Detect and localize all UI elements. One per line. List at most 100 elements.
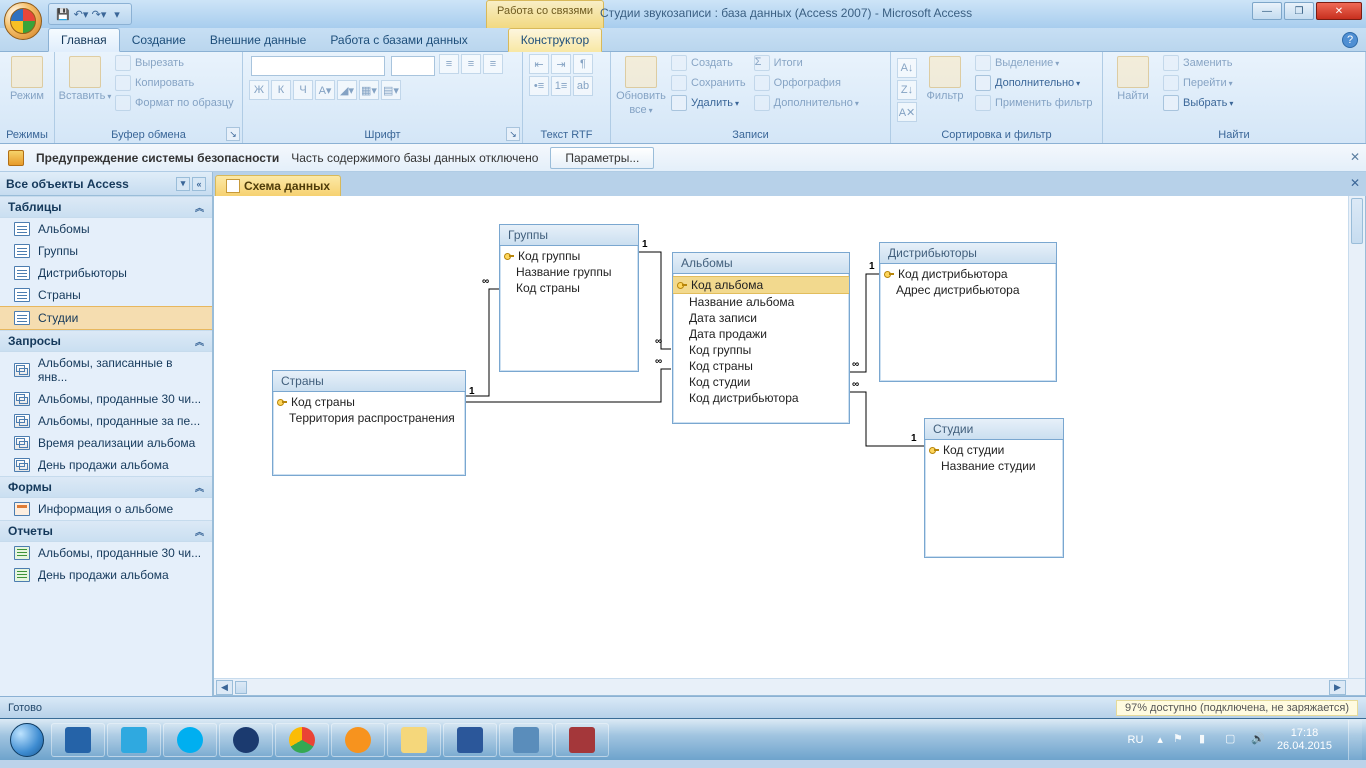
table-field[interactable]: Название студии — [925, 458, 1063, 474]
paste-button[interactable]: Вставить — [61, 54, 109, 104]
start-button[interactable] — [4, 721, 50, 759]
scroll-right-icon[interactable]: ▶ — [1329, 680, 1346, 695]
table-field[interactable]: Дата записи — [673, 310, 849, 326]
filter-button[interactable]: Фильтр — [921, 54, 969, 104]
table-field[interactable]: Адрес дистрибьютора — [880, 282, 1056, 298]
ltr-icon[interactable]: ¶ — [573, 54, 593, 74]
nav-item[interactable]: Альбомы — [0, 218, 212, 240]
bullets-icon[interactable]: •≡ — [529, 76, 549, 96]
nav-item[interactable]: Студии — [0, 306, 212, 330]
security-options-button[interactable]: Параметры... — [550, 147, 654, 169]
table-field[interactable]: Код группы — [673, 342, 849, 358]
view-button[interactable]: Режим — [6, 54, 48, 104]
taskbar-app-access[interactable] — [555, 723, 609, 757]
close-button[interactable]: ✕ — [1316, 2, 1362, 20]
nav-header[interactable]: Все объекты Access ▾« — [0, 172, 212, 196]
tray-clock[interactable]: 17:18 26.04.2015 — [1277, 727, 1338, 753]
nav-dropdown-icon[interactable]: ▾ — [176, 177, 190, 191]
align-right-icon[interactable]: ≡ — [483, 54, 503, 74]
highlight-icon[interactable]: ab — [573, 76, 593, 96]
clear-sort-icon[interactable]: A✕ — [897, 102, 917, 122]
decrease-indent-icon[interactable]: ⇤ — [529, 54, 549, 74]
refresh-all-button[interactable]: Обновитьвсе — [617, 54, 665, 118]
font-launcher[interactable]: ↘ — [506, 127, 520, 141]
tablebox-countries[interactable]: Страны Код страныТерритория распростране… — [272, 370, 466, 476]
nav-item[interactable]: Информация о альбоме — [0, 498, 212, 520]
taskbar-app-magnifier[interactable] — [499, 723, 553, 757]
underline-button[interactable]: Ч — [293, 80, 313, 100]
table-field[interactable]: Код дистрибьютора — [880, 266, 1056, 282]
fill-color-icon[interactable]: ◢▾ — [337, 80, 357, 100]
goto-button[interactable]: Перейти — [1161, 74, 1235, 92]
font-size-combo[interactable] — [391, 56, 435, 76]
tablebox-albums[interactable]: Альбомы Код альбомаНазвание альбомаДата … — [672, 252, 850, 424]
scroll-left-icon[interactable]: ◀ — [216, 680, 233, 695]
tab-dbtools[interactable]: Работа с базами данных — [318, 29, 479, 51]
cut-button[interactable]: Вырезать — [113, 54, 236, 72]
nav-item[interactable]: Время реализации альбома — [0, 432, 212, 454]
table-field[interactable]: Территория распространения — [273, 410, 465, 426]
replace-button[interactable]: Заменить — [1161, 54, 1235, 72]
taskbar-app-skype[interactable] — [163, 723, 217, 757]
nav-queries-header[interactable]: Запросы︽ — [0, 330, 212, 352]
tray-flag-icon[interactable]: ⚑ — [1173, 732, 1189, 748]
nav-item[interactable]: Альбомы, проданные 30 чи... — [0, 542, 212, 564]
nav-reports-header[interactable]: Отчеты︽ — [0, 520, 212, 542]
nav-item[interactable]: Альбомы, проданные за пе... — [0, 410, 212, 432]
select-button[interactable]: Выбрать — [1161, 94, 1235, 112]
copy-button[interactable]: Копировать — [113, 74, 236, 92]
tab-home[interactable]: Главная — [48, 28, 120, 52]
nav-item[interactable]: Группы — [0, 240, 212, 262]
table-field[interactable]: Код студии — [673, 374, 849, 390]
office-button[interactable] — [4, 2, 42, 40]
format-painter-button[interactable]: Формат по образцу — [113, 94, 236, 112]
taskbar-app-chrome[interactable] — [275, 723, 329, 757]
table-field[interactable]: Название группы — [500, 264, 638, 280]
nav-item[interactable]: Альбомы, проданные 30 чи... — [0, 388, 212, 410]
sort-desc-icon[interactable]: Z↓ — [897, 80, 917, 100]
taskbar-app-1[interactable] — [51, 723, 105, 757]
table-field[interactable]: Код страны — [273, 394, 465, 410]
tablebox-groups[interactable]: Группы Код группыНазвание группыКод стра… — [499, 224, 639, 372]
numbering-icon[interactable]: 1≡ — [551, 76, 571, 96]
maximize-button[interactable]: ❐ — [1284, 2, 1314, 20]
tab-create[interactable]: Создание — [120, 29, 198, 51]
table-field[interactable]: Дата продажи — [673, 326, 849, 342]
help-icon[interactable]: ? — [1342, 32, 1358, 48]
doc-close-icon[interactable]: ✕ — [1350, 176, 1360, 190]
doc-tab-schema[interactable]: Схема данных — [215, 175, 341, 196]
advanced-filter-button[interactable]: Дополнительно — [973, 74, 1095, 92]
table-field[interactable]: Название альбома — [673, 294, 849, 310]
italic-button[interactable]: К — [271, 80, 291, 100]
tray-network-icon[interactable]: ▮ — [1199, 732, 1215, 748]
show-desktop-button[interactable] — [1348, 720, 1362, 760]
tab-designer[interactable]: Конструктор — [508, 28, 602, 52]
nav-item[interactable]: Страны — [0, 284, 212, 306]
save-icon[interactable]: 💾 — [55, 6, 71, 22]
tab-external[interactable]: Внешние данные — [198, 29, 319, 51]
nav-item[interactable]: День продажи альбома — [0, 564, 212, 586]
totals-button[interactable]: ΣИтоги — [752, 54, 861, 72]
table-field[interactable]: Код группы — [500, 248, 638, 264]
taskbar-app-word[interactable] — [443, 723, 497, 757]
table-field[interactable]: Код дистрибьютора — [673, 390, 849, 406]
taskbar-app-2[interactable] — [107, 723, 161, 757]
vertical-scrollbar[interactable] — [1348, 196, 1365, 678]
tablebox-distrib[interactable]: Дистрибьюторы Код дистрибьютораАдрес дис… — [879, 242, 1057, 382]
clipboard-launcher[interactable]: ↘ — [226, 127, 240, 141]
horizontal-scrollbar[interactable]: ◀ ▶ — [214, 678, 1365, 695]
font-color-icon[interactable]: A▾ — [315, 80, 335, 100]
nav-tables-header[interactable]: Таблицы︽ — [0, 196, 212, 218]
spelling-button[interactable]: Орфография — [752, 74, 861, 92]
save-record-button[interactable]: Сохранить — [669, 74, 748, 92]
sort-asc-icon[interactable]: A↓ — [897, 58, 917, 78]
table-field[interactable]: Код студии — [925, 442, 1063, 458]
nav-forms-header[interactable]: Формы︽ — [0, 476, 212, 498]
increase-indent-icon[interactable]: ⇥ — [551, 54, 571, 74]
alt-fill-icon[interactable]: ▤▾ — [381, 80, 401, 100]
redo-icon[interactable]: ↷▾ — [91, 6, 107, 22]
align-left-icon[interactable]: ≡ — [439, 54, 459, 74]
table-field[interactable]: Код страны — [673, 358, 849, 374]
taskbar-app-explorer[interactable] — [387, 723, 441, 757]
table-field[interactable]: Код альбома — [673, 276, 849, 294]
